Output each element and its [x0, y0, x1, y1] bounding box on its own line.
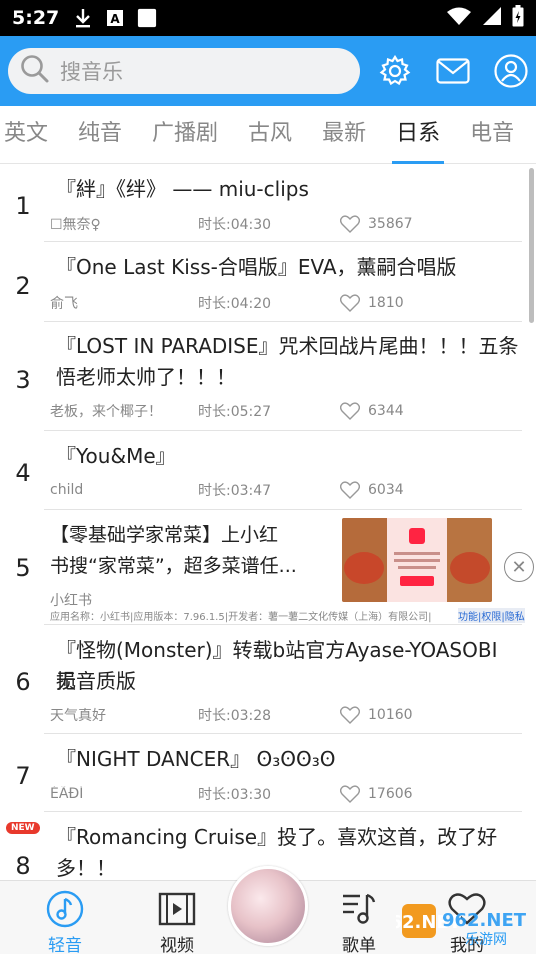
like-count: 17606 [368, 786, 413, 802]
signal-icon [482, 6, 502, 30]
nav-light-music[interactable]: 轻音 [30, 889, 100, 956]
heart-icon[interactable] [340, 481, 360, 499]
settings-icon[interactable] [378, 54, 412, 88]
music-note-icon [45, 889, 85, 929]
like-count: 35867 [368, 216, 413, 232]
tab-japanese[interactable]: 日系 [392, 106, 445, 164]
song-artist: ☐無奈♀ [50, 217, 101, 233]
search-icon [20, 54, 50, 88]
song-duration: 时长:03:28 [198, 708, 272, 724]
heart-icon[interactable] [340, 402, 360, 420]
battery-icon [512, 5, 524, 31]
nav-label: 视频 [160, 936, 194, 956]
rank-number: 1 [15, 192, 31, 220]
category-tabs: 英文 纯音 广播剧 古风 最新 日系 电音 [0, 106, 536, 164]
song-artist: 天气真好 [50, 708, 106, 724]
rank-number: 5 [15, 554, 31, 582]
song-title-line-2: 悟老师太帅了！！！ [56, 365, 236, 389]
user-icon[interactable] [494, 54, 528, 88]
search-input[interactable]: 搜音乐 [60, 56, 123, 86]
list-item[interactable]: 4 『You&Me』 child 时长:03:47 6034 [0, 431, 536, 510]
ad-image[interactable] [342, 518, 492, 602]
nav-label: 轻音 [48, 936, 82, 956]
heart-icon[interactable] [340, 294, 360, 312]
song-duration: 时长:05:27 [198, 404, 272, 420]
list-item[interactable]: 3 『LOST IN PARADISE』咒术回战片尾曲！！！五条 悟老师太帅了！… [0, 322, 536, 431]
song-title: 『You&Me』 [56, 444, 176, 468]
mail-icon[interactable] [436, 54, 470, 88]
song-duration: 时长:04:20 [198, 296, 272, 312]
song-duration: 时长:03:47 [198, 483, 272, 499]
ad-source: 小红书 [50, 593, 92, 609]
list-item[interactable]: 6 『怪物(Monster)』转载b站官方Ayase-YOASOBI 无 损音质… [0, 624, 536, 734]
tab-electronic[interactable]: 电音 [470, 106, 514, 164]
ad-title-line-2: 书搜“家常菜”，超多菜谱任... [50, 555, 297, 577]
site-watermark: 962.NET 962.NET 乐游网 [377, 900, 532, 948]
tab-ancient-style[interactable]: 古风 [248, 106, 292, 164]
ad-item[interactable]: 5 【零基础学家常菜】上小红 书搜“家常菜”，超多菜谱任... ✕ 小红书 应用… [0, 510, 536, 624]
list-item[interactable]: 7 『NIGHT DANCER』 ʘ₃ʘʘ₃ʘ ÉÃĐÍ 时长:03:30 17… [0, 734, 536, 812]
song-title-line-2: 损音质版 [56, 669, 136, 693]
scrollbar[interactable] [529, 168, 534, 323]
song-list: 1 『絆』《绊》 —— miu-clips ☐無奈♀ 时长:04:30 3586… [0, 164, 536, 880]
ad-title[interactable]: 【零基础学家常菜】上小红 书搜“家常菜”，超多菜谱任... [50, 520, 320, 582]
rank-number: 7 [15, 762, 31, 790]
rank-number: 4 [15, 459, 31, 487]
heart-icon[interactable] [340, 215, 360, 233]
watermark-sub: 乐游网 [465, 932, 507, 948]
list-item[interactable]: 1 『絆』《绊》 —— miu-clips ☐無奈♀ 时长:04:30 3586… [0, 164, 536, 242]
song-title-line-1: 『LOST IN PARADISE』咒术回战片尾曲！！！五条 [56, 334, 519, 358]
song-title-line-1: 『Romancing Cruise』投了。喜欢这首，改了好 [56, 825, 498, 849]
download-icon [73, 8, 93, 28]
song-artist: 老板，来个椰子！ [50, 404, 162, 420]
list-item[interactable]: 2 『One Last Kiss-合唱版』EVA，薰嗣合唱版 俞飞 时长:04:… [0, 242, 536, 322]
film-icon [157, 889, 197, 929]
nav-label: 歌单 [342, 936, 376, 956]
song-title: 『絆』《绊》 —— miu-clips [56, 177, 309, 201]
heart-icon[interactable] [340, 706, 360, 724]
rank-number: 2 [15, 272, 31, 300]
song-title: 『NIGHT DANCER』 ʘ₃ʘʘ₃ʘ [56, 747, 336, 771]
song-title: 『One Last Kiss-合唱版』EVA，薰嗣合唱版 [56, 255, 457, 279]
status-bar: 5:27 A [0, 0, 536, 36]
tab-pure-music[interactable]: 纯音 [78, 106, 122, 164]
svg-text:962.NET: 962.NET [442, 910, 527, 931]
rank-number: 3 [15, 366, 31, 394]
nav-video[interactable]: 视频 [142, 889, 212, 956]
rank-number: 6 [15, 668, 31, 696]
ad-title-line-1: 【零基础学家常菜】上小红 [50, 524, 279, 546]
svg-text:A: A [111, 12, 121, 26]
status-time: 5:27 [12, 7, 60, 29]
top-bar: 搜音乐 [0, 36, 536, 106]
new-badge: NEW [6, 822, 40, 834]
song-artist: 俞飞 [50, 296, 78, 312]
square-icon [137, 8, 157, 28]
playlist-icon [339, 889, 379, 929]
rank-number: 8 [15, 852, 31, 880]
like-count: 6344 [368, 403, 404, 419]
heart-icon[interactable] [340, 785, 360, 803]
tab-latest[interactable]: 最新 [322, 106, 366, 164]
song-duration: 时长:03:30 [198, 787, 272, 803]
song-duration: 时长:04:30 [198, 217, 272, 233]
wifi-icon [446, 6, 472, 30]
tab-english[interactable]: 英文 [4, 106, 48, 164]
a-icon: A [105, 8, 125, 28]
song-artist: ÉÃĐÍ [50, 786, 84, 802]
close-icon[interactable]: ✕ [504, 552, 534, 582]
like-count: 10160 [368, 707, 413, 723]
tab-radio-drama[interactable]: 广播剧 [152, 106, 218, 164]
like-count: 1810 [368, 295, 404, 311]
search-bar[interactable]: 搜音乐 [8, 48, 360, 94]
nav-playlist[interactable]: 歌单 [324, 889, 394, 956]
ad-app-info: 应用名称：小红书|应用版本：7.96.1.5|开发者：薯一薯二文化传媒（上海）有… [50, 612, 432, 623]
player-disc[interactable] [228, 866, 308, 946]
like-count: 6034 [368, 482, 404, 498]
song-artist: child [50, 482, 84, 498]
ad-links[interactable]: 功能|权限|隐私 [458, 608, 525, 623]
